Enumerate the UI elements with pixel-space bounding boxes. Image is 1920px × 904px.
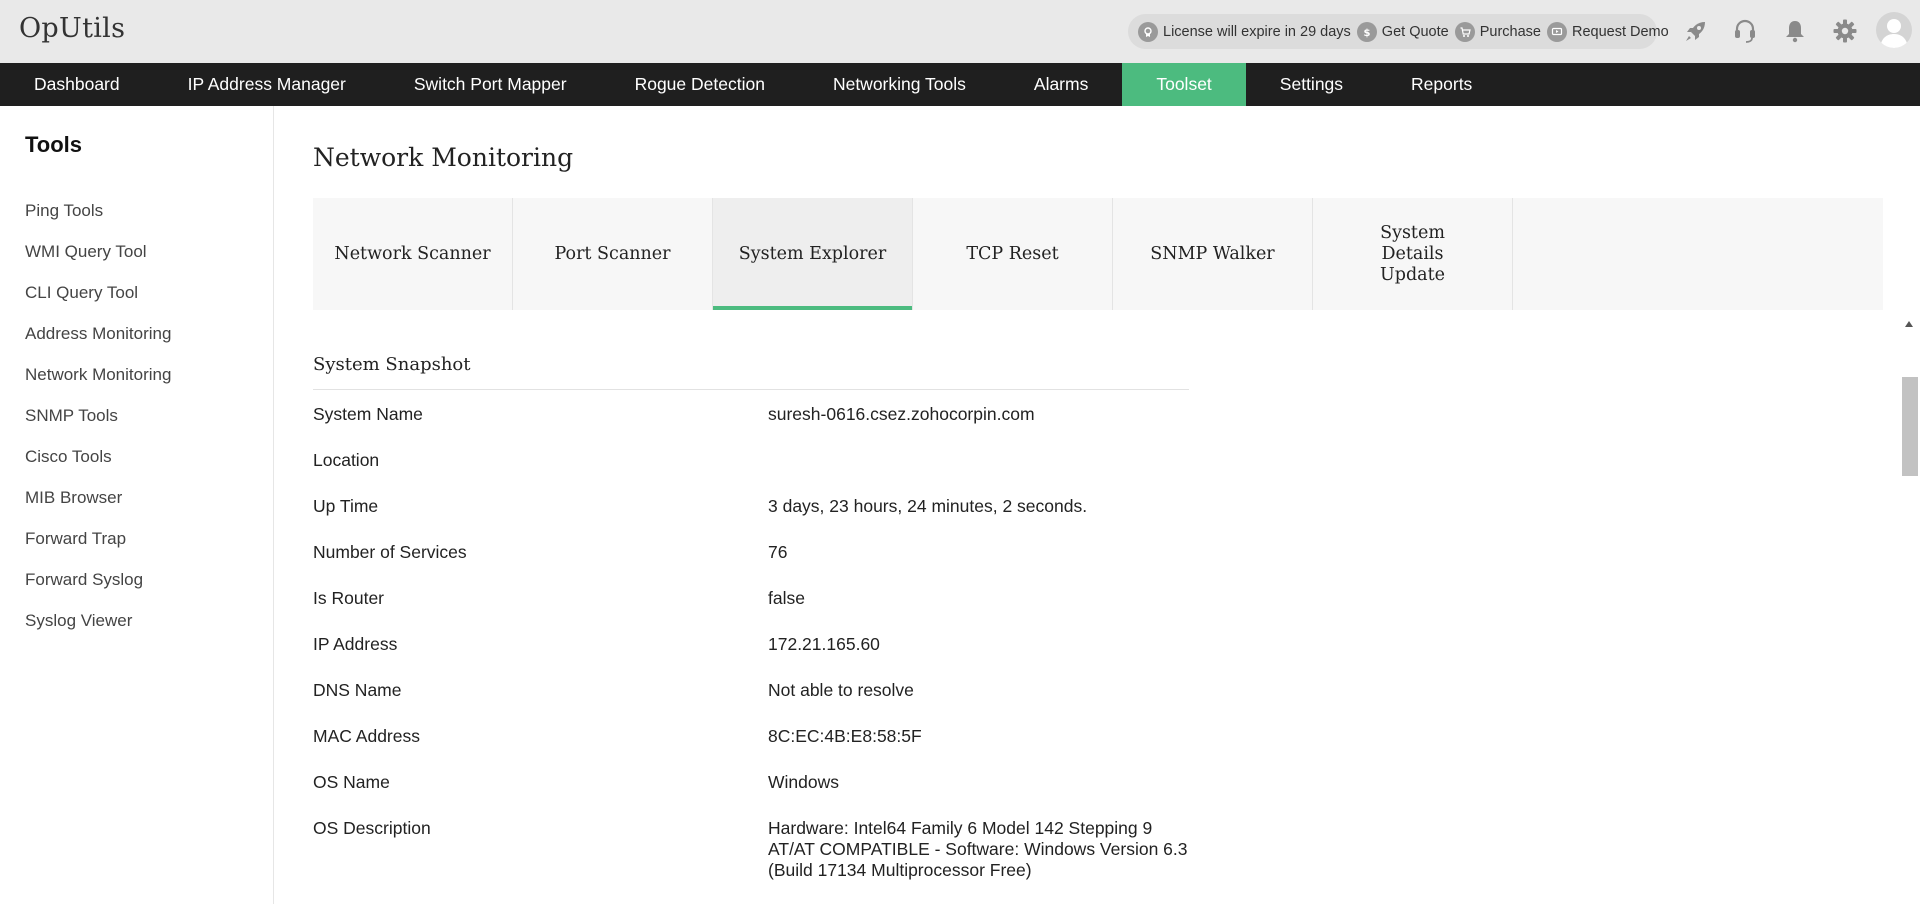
row-key: Location (313, 450, 380, 470)
table-row: DNS Name Not able to resolve (313, 678, 1213, 724)
tool-tabs: Network Scanner Port Scanner System Expl… (313, 198, 1883, 310)
nav-switch-port-mapper[interactable]: Switch Port Mapper (380, 63, 601, 106)
row-value: Not able to resolve (768, 680, 914, 700)
row-key: Up Time (313, 496, 379, 516)
nav-settings[interactable]: Settings (1246, 63, 1377, 106)
sidebar-item-wmi-query-tool[interactable]: WMI Query Tool (25, 238, 171, 279)
rocket-icon[interactable] (1681, 16, 1711, 46)
demo-icon (1546, 21, 1567, 42)
sidebar-item-cli-query-tool[interactable]: CLI Query Tool (25, 279, 171, 320)
nav-dashboard[interactable]: Dashboard (0, 63, 154, 106)
row-value: Windows (768, 772, 839, 792)
gear-icon[interactable] (1830, 16, 1860, 46)
row-key: System Name (313, 404, 423, 424)
tab-tcp-reset[interactable]: TCP Reset (913, 198, 1113, 310)
sidebar-list: Ping Tools WMI Query Tool CLI Query Tool… (25, 197, 171, 648)
row-key: OS Name (313, 772, 390, 792)
sidebar-title: Tools (25, 132, 83, 157)
row-value (768, 448, 1198, 494)
headset-icon[interactable] (1730, 16, 1760, 46)
page-title: Network Monitoring (313, 143, 574, 172)
top-header: OpUtils License will expire in 29 days $… (0, 0, 1920, 63)
license-status[interactable]: License will expire in 29 days (1138, 21, 1351, 42)
user-avatar-icon[interactable] (1876, 12, 1912, 48)
sidebar-item-address-monitoring[interactable]: Address Monitoring (25, 320, 171, 361)
row-value: Hardware: Intel64 Family 6 Model 142 Ste… (768, 818, 1188, 880)
tab-network-scanner[interactable]: Network Scanner (313, 198, 513, 310)
tab-port-scanner[interactable]: Port Scanner (513, 198, 713, 310)
row-key: IP Address (313, 634, 398, 654)
table-row: Up Time 3 days, 23 hours, 24 minutes, 2 s… (313, 494, 1213, 540)
purchase-link[interactable]: Purchase (1454, 21, 1541, 42)
row-value: 8C:EC:4B:E8:58:5F (768, 726, 922, 746)
tab-system-details-update[interactable]: System Details Update (1313, 198, 1513, 310)
system-snapshot-title: System Snapshot (313, 354, 471, 375)
main-content: Network Monitoring Network Scanner Port … (274, 106, 1904, 904)
dollar-icon: $ (1356, 21, 1377, 42)
row-value: 172.21.165.60 (768, 634, 880, 654)
app-logo[interactable]: OpUtils (19, 13, 125, 44)
request-demo-label: Request Demo (1571, 23, 1669, 40)
divider (313, 389, 1189, 390)
table-row: OS Name Windows (313, 770, 1213, 816)
svg-text:$: $ (1363, 28, 1370, 38)
table-row: Number of Services 76 (313, 540, 1213, 586)
row-key: Number of Services (313, 542, 467, 562)
license-text: License will expire in 29 days (1163, 23, 1351, 40)
request-demo-link[interactable]: Request Demo (1546, 21, 1669, 42)
nav-alarms[interactable]: Alarms (1000, 63, 1122, 106)
row-value: false (768, 588, 805, 608)
sidebar-item-syslog-viewer[interactable]: Syslog Viewer (25, 607, 171, 648)
sidebar-item-mib-browser[interactable]: MIB Browser (25, 484, 171, 525)
row-key: OS Description (313, 818, 431, 838)
row-key: MAC Address (313, 726, 420, 746)
main-nav: Dashboard IP Address Manager Switch Port… (0, 63, 1920, 106)
row-value: 76 (768, 542, 788, 562)
sidebar-item-forward-trap[interactable]: Forward Trap (25, 525, 171, 566)
license-bar: License will expire in 29 days $ Get Quo… (1128, 14, 1669, 49)
nav-reports[interactable]: Reports (1377, 63, 1506, 106)
table-row: OS Description Hardware: Intel64 Family 6… (313, 816, 1213, 881)
row-value: 3 days, 23 hours, 24 minutes, 2 seconds. (768, 496, 1088, 516)
snapshot-table: System Name suresh-0616.csez.zohocorpin.c… (313, 402, 1213, 881)
nav-toolset[interactable]: Toolset (1122, 63, 1246, 106)
sidebar-item-forward-syslog[interactable]: Forward Syslog (25, 566, 171, 607)
get-quote-link[interactable]: $ Get Quote (1356, 21, 1449, 42)
license-icon (1138, 21, 1158, 42)
table-row: IP Address 172.21.165.60 (313, 632, 1213, 678)
tab-snmp-walker[interactable]: SNMP Walker (1113, 198, 1313, 310)
table-row: Is Router false (313, 586, 1213, 632)
table-row: Location (313, 448, 1213, 494)
scrollbar-thumb[interactable] (1902, 377, 1918, 476)
row-key: Is Router (313, 588, 384, 608)
sidebar-item-cisco-tools[interactable]: Cisco Tools (25, 443, 171, 484)
row-key: DNS Name (313, 680, 402, 700)
table-row: MAC Address 8C:EC:4B:E8:58:5F (313, 724, 1213, 770)
sidebar-item-ping-tools[interactable]: Ping Tools (25, 197, 171, 238)
nav-rogue-detection[interactable]: Rogue Detection (601, 63, 799, 106)
sidebar-item-snmp-tools[interactable]: SNMP Tools (25, 402, 171, 443)
cart-icon (1454, 21, 1475, 42)
tab-system-explorer[interactable]: System Explorer (713, 198, 913, 310)
nav-networking-tools[interactable]: Networking Tools (799, 63, 1000, 106)
row-value: suresh-0616.csez.zohocorpin.com (768, 404, 1035, 424)
get-quote-label: Get Quote (1381, 23, 1449, 40)
purchase-label: Purchase (1479, 23, 1541, 40)
scroll-up-arrow-icon[interactable] (1902, 317, 1916, 331)
sidebar-item-network-monitoring[interactable]: Network Monitoring (25, 361, 171, 402)
table-row: System Name suresh-0616.csez.zohocorpin.c… (313, 402, 1213, 448)
tools-sidebar: Tools Ping Tools WMI Query Tool CLI Quer… (0, 106, 274, 904)
nav-ip-address-manager[interactable]: IP Address Manager (154, 63, 380, 106)
bell-icon[interactable] (1780, 16, 1810, 46)
